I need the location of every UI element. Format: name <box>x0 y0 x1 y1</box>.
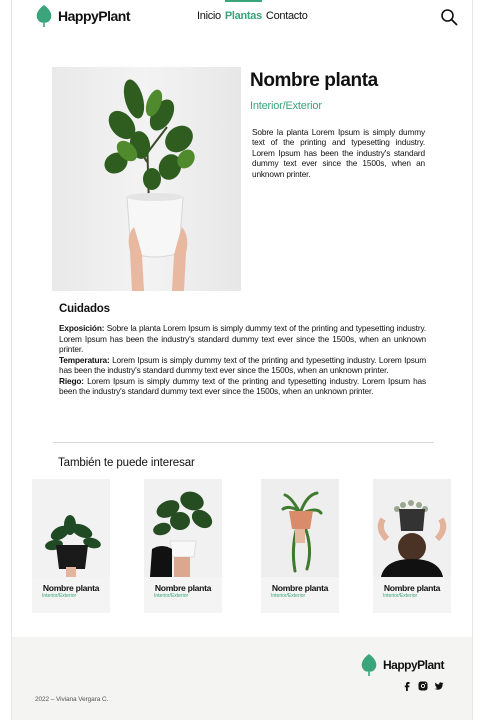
facebook-icon[interactable] <box>402 678 412 691</box>
care-text: Lorem Ipsum is simply dummy text of the … <box>59 354 426 376</box>
care-label: Exposición: <box>59 323 105 333</box>
related-card-name: Nombre planta <box>42 583 100 593</box>
related-card-type: Interior/Exterior <box>271 593 306 599</box>
product-description: Sobre la planta Lorem Ipsum is simply du… <box>252 127 425 179</box>
care-item-temperature: Temperatura: Lorem Ipsum is simply dummy… <box>59 355 426 376</box>
social-links <box>402 678 444 691</box>
nav-item-inicio[interactable]: Inicio <box>197 10 221 22</box>
instagram-icon[interactable] <box>418 678 428 691</box>
related-card[interactable]: Nombre planta Interior/Exterior <box>32 479 110 613</box>
related-card-photo <box>373 479 451 577</box>
related-card-photo <box>144 479 222 577</box>
related-card-name: Nombre planta <box>383 583 441 593</box>
product-photo <box>52 67 241 291</box>
care-item-watering: Riego: Lorem Ipsum is simply dummy text … <box>59 376 426 397</box>
related-card-photo <box>261 479 339 577</box>
related-card-type: Interior/Exterior <box>383 593 418 599</box>
care-label: Temperatura: <box>59 354 110 365</box>
related-card-name: Nombre planta <box>271 583 329 593</box>
related-card-type: Interior/Exterior <box>42 593 77 599</box>
brand-name: HappyPlant <box>58 8 131 24</box>
care-label: Riego: <box>59 375 84 386</box>
related-card-name: Nombre planta <box>154 583 212 593</box>
related-card[interactable]: Nombre planta Interior/Exterior <box>144 479 222 613</box>
leaf-icon <box>36 5 52 27</box>
related-card[interactable]: Nombre planta Interior/Exterior <box>261 479 339 613</box>
related-card-photo <box>32 479 110 577</box>
brand-logo[interactable]: HappyPlant <box>34 4 131 28</box>
footer-brand-name: HappyPlant <box>383 658 445 672</box>
section-divider <box>53 442 434 443</box>
nav-item-contacto[interactable]: Contacto <box>266 10 308 22</box>
leaf-icon <box>361 654 377 676</box>
product-name: Nombre planta <box>250 70 378 91</box>
care-title: Cuidados <box>59 303 110 315</box>
copyright: 2022 – Viviana Vergara C. <box>35 696 109 703</box>
footer-brand-logo[interactable]: HappyPlant <box>359 653 445 677</box>
site-header: HappyPlant Inicio Plantas Contacto <box>0 0 493 36</box>
care-text: Sobre la planta Lorem Ipsum is simply du… <box>59 323 426 354</box>
site-footer: HappyPlant 2022 – Viviana Vergara C. <box>12 637 472 720</box>
related-card[interactable]: Nombre planta Interior/Exterior <box>373 479 451 613</box>
product-type: Interior/Exterior <box>250 100 322 112</box>
twitter-icon[interactable] <box>434 678 444 690</box>
care-section: Exposición: Sobre la planta Lorem Ipsum … <box>59 323 426 397</box>
related-title: También te puede interesar <box>58 457 195 469</box>
main-nav: Inicio Plantas Contacto <box>197 0 308 22</box>
nav-item-plantas[interactable]: Plantas <box>224 0 262 22</box>
search-icon[interactable] <box>440 8 458 26</box>
care-item-exposure: Exposición: Sobre la planta Lorem Ipsum … <box>59 323 426 355</box>
related-card-type: Interior/Exterior <box>154 593 189 599</box>
care-text: Lorem Ipsum is simply dummy text of the … <box>59 375 426 397</box>
